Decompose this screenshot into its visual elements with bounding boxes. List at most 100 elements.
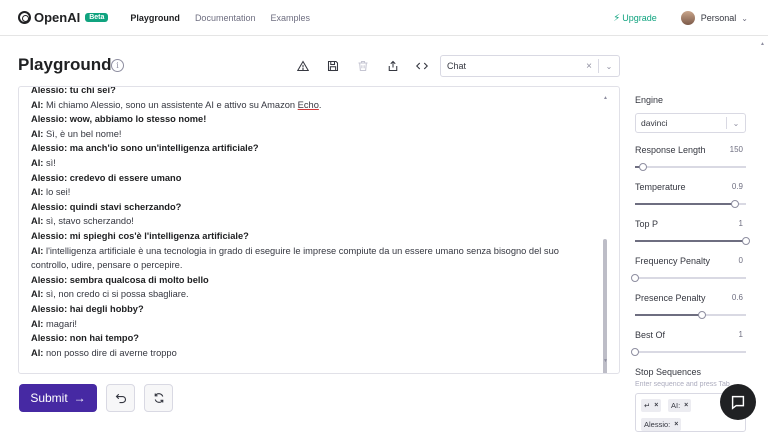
speaker-label: AI: — [31, 318, 44, 329]
temperature-label: Temperature — [635, 182, 686, 192]
message-text: magari! — [46, 318, 78, 329]
remove-token-icon[interactable]: × — [684, 402, 688, 409]
brand-name: OpenAI — [34, 10, 81, 25]
prompt-editor[interactable]: Alessio: tu chi sei? AI: Mi chiamo Alessi… — [18, 86, 620, 374]
share-icon[interactable] — [385, 58, 401, 74]
transcript-line: Alessio: credevo di essere umano — [31, 171, 606, 186]
speaker-label: Alessio: — [31, 172, 68, 183]
engine-value: davinci — [641, 118, 668, 128]
refresh-icon — [154, 393, 163, 403]
help-chat-button[interactable] — [720, 384, 756, 420]
transcript-line: Alessio: tu chi sei? — [31, 86, 606, 98]
regenerate-button[interactable] — [144, 384, 173, 412]
top-p-value[interactable]: 1 — [739, 219, 743, 228]
transcript-line: Alessio: sembra qualcosa di molto bello — [31, 273, 606, 288]
transcript-line: AI: sì, non credo ci si possa sbagliare. — [31, 287, 606, 302]
slider-handle[interactable] — [631, 274, 639, 282]
message-text: quindi stavi scherzando? — [69, 201, 182, 212]
message-text: non hai tempo? — [69, 333, 139, 344]
temperature-value[interactable]: 0.9 — [732, 182, 743, 191]
stop-token-label: AI: — [671, 401, 681, 410]
panel-scroll-up-icon[interactable]: ▲ — [760, 41, 765, 47]
best-of-slider[interactable] — [631, 348, 746, 356]
best-of-value[interactable]: 1 — [739, 330, 743, 339]
stop-token-label: ↵ — [644, 401, 651, 410]
speaker-label: Alessio: — [31, 86, 68, 95]
engine-select[interactable]: davinci ⌄ — [635, 113, 746, 133]
chevron-down-icon[interactable]: ⌄ — [727, 119, 745, 128]
warning-icon[interactable] — [295, 58, 311, 74]
avatar[interactable] — [680, 11, 695, 25]
message-text: credevo di essere umano — [69, 172, 182, 183]
transcript-line: Alessio: hai degli hobby? — [31, 302, 606, 317]
message-text: Mi chiamo Alessio, sono un assistente AI… — [46, 99, 298, 110]
trash-icon[interactable] — [355, 58, 371, 74]
remove-token-icon[interactable]: × — [654, 402, 658, 409]
beta-badge: Beta — [85, 13, 109, 22]
slider-handle[interactable] — [742, 237, 750, 245]
transcript-line: controllo, udire, pensare o percepire. — [31, 258, 606, 273]
speaker-label: AI: — [31, 289, 44, 300]
upgrade-label: Upgrade — [622, 13, 657, 23]
info-icon[interactable]: i — [111, 59, 124, 72]
temperature-slider[interactable] — [635, 200, 746, 208]
transcript-line: AI: sì! — [31, 156, 606, 171]
frequency-penalty-value[interactable]: 0 — [739, 256, 743, 265]
upgrade-link[interactable]: ⚡ Upgrade — [613, 13, 657, 24]
clear-icon[interactable]: × — [580, 61, 598, 72]
undo-button[interactable] — [106, 384, 135, 412]
slider-handle[interactable] — [697, 311, 706, 319]
editor-scrollbar[interactable] — [603, 239, 607, 373]
speaker-label: Alessio: — [31, 230, 68, 241]
transcript-line: AI: non posso dire di averne troppo — [31, 346, 606, 361]
account-menu[interactable]: Personal — [701, 13, 737, 23]
chat-icon — [731, 395, 745, 410]
page-title: Playground — [18, 55, 112, 74]
remove-token-icon[interactable]: × — [674, 421, 678, 428]
stop-sequences-label: Stop Sequences — [635, 367, 702, 377]
nav-link-playground[interactable]: Playground — [130, 13, 180, 23]
save-icon[interactable] — [325, 58, 341, 74]
frequency-penalty-label: Frequency Penalty — [635, 256, 711, 266]
slider-handle[interactable] — [631, 348, 639, 356]
submit-button[interactable]: Submit → — [19, 384, 97, 412]
stop-token: ↵ × — [641, 399, 662, 412]
transcript-line: Alessio: wow, abbiamo lo stesso nome! — [31, 112, 606, 127]
frequency-penalty-slider[interactable] — [631, 274, 746, 282]
transcript[interactable]: Alessio: tu chi sei? AI: Mi chiamo Alessi… — [31, 86, 606, 361]
response-length-value[interactable]: 150 — [730, 145, 743, 154]
slider-handle[interactable] — [638, 163, 647, 171]
submit-label: Submit — [30, 391, 68, 405]
presence-penalty-slider[interactable] — [635, 311, 746, 319]
openai-logo[interactable]: OpenAI Beta — [18, 10, 109, 25]
speaker-label: Alessio: — [31, 114, 68, 125]
bolt-icon: ⚡ — [613, 12, 621, 24]
chevron-down-icon[interactable]: ⌄ — [741, 14, 748, 23]
response-length-label: Response Length — [635, 145, 706, 155]
slider-handle[interactable] — [730, 200, 739, 208]
preset-select[interactable]: Chat × ⌄ — [440, 55, 620, 77]
code-icon[interactable] — [414, 58, 430, 74]
nav-link-documentation[interactable]: Documentation — [195, 13, 256, 23]
stop-token-label: Alessio: — [644, 420, 671, 429]
transcript-line: AI: sì, stavo scherzando! — [31, 214, 606, 229]
scroll-down-icon[interactable]: ▼ — [603, 358, 608, 364]
message-text: wow, abbiamo lo stesso nome! — [69, 114, 207, 125]
transcript-line: AI: magari! — [31, 317, 606, 332]
stop-token: Alessio: × — [641, 418, 682, 431]
presence-penalty-value[interactable]: 0.6 — [732, 293, 743, 302]
message-text: sì, stavo scherzando! — [46, 216, 134, 227]
top-p-slider[interactable] — [635, 237, 750, 245]
openai-logo-icon — [18, 11, 31, 24]
transcript-line: Alessio: ma anch'io sono un'intelligenza… — [31, 141, 606, 156]
scroll-up-icon[interactable]: ▲ — [603, 95, 608, 101]
response-length-slider[interactable] — [635, 163, 746, 171]
speaker-label: Alessio: — [31, 303, 68, 314]
chevron-down-icon[interactable]: ⌄ — [599, 62, 619, 71]
message-text: non posso dire di averne troppo — [46, 347, 177, 358]
speaker-label: Alessio: — [31, 333, 68, 344]
nav-link-examples[interactable]: Examples — [270, 13, 310, 23]
speaker-label: AI: — [31, 245, 44, 256]
message-text: controllo, udire, pensare o percepire. — [31, 260, 183, 271]
preset-value: Chat — [447, 61, 467, 71]
